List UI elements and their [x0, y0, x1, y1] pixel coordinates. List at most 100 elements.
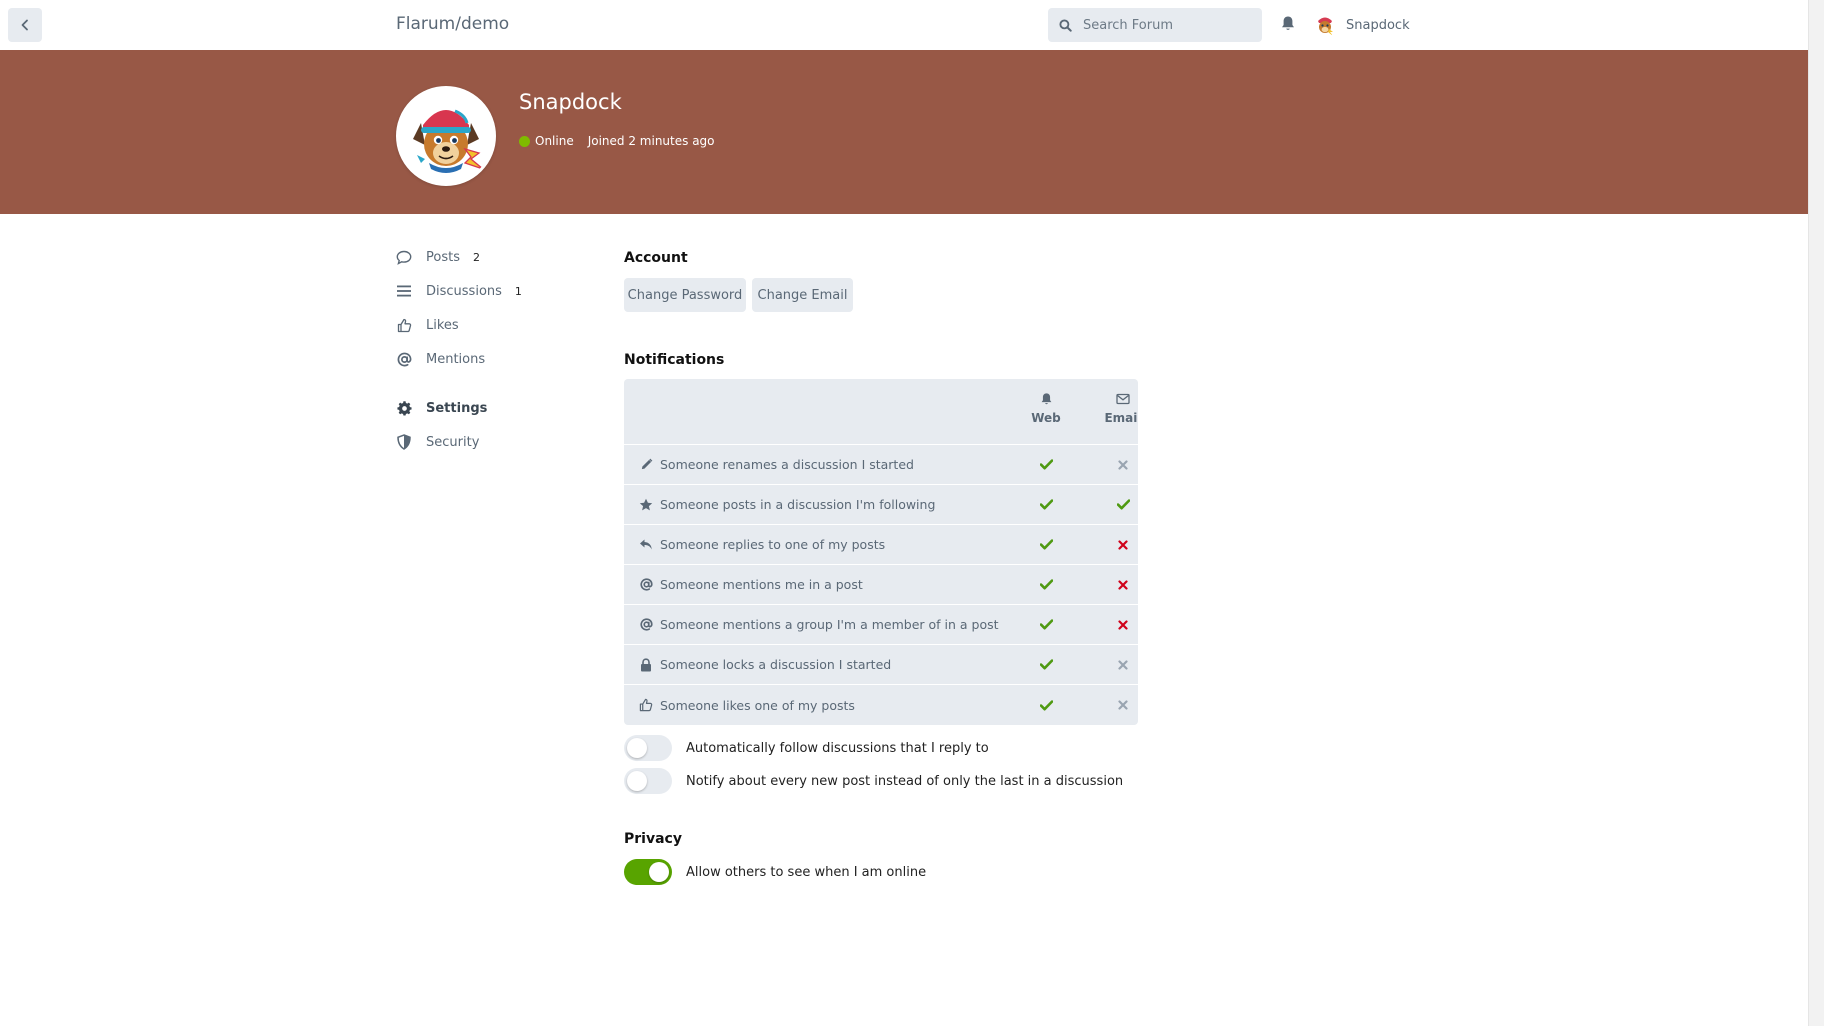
user-hero: Snapdock Online Joined 2 minutes ago [0, 50, 1808, 214]
toggle-switch[interactable] [624, 735, 672, 761]
joined-date: Joined 2 minutes ago [587, 134, 715, 148]
bell-icon [1016, 390, 1076, 407]
check-icon [1039, 459, 1053, 470]
user-meta: Online Joined 2 minutes ago [519, 134, 715, 148]
bell-icon [1282, 16, 1294, 30]
nav-label: Security [426, 434, 480, 450]
check-icon [1039, 579, 1053, 590]
notification-row: Someone posts in a discussion I'm follow… [624, 485, 1138, 525]
notification-rows: Someone renames a discussion I started So… [624, 445, 1138, 725]
toggle-label: Allow others to see when I am online [686, 864, 927, 880]
web-toggle-cell[interactable] [1016, 605, 1076, 645]
web-toggle-cell[interactable] [1016, 685, 1076, 725]
notify-every-post-toggle[interactable]: Notify about every new post instead of o… [624, 768, 1123, 794]
nav-item-discussions[interactable]: Discussions 1 [394, 274, 594, 308]
cross-icon [1118, 659, 1128, 670]
notification-row: Someone mentions a group I'm a member of… [624, 605, 1138, 645]
back-button[interactable] [8, 8, 42, 42]
notification-label: Someone mentions me in a post [660, 577, 863, 592]
notification-row: Someone replies to one of my posts [624, 525, 1138, 565]
column-label: Email [1104, 411, 1138, 425]
check-icon [1039, 539, 1053, 550]
change-email-button[interactable]: Change Email [752, 278, 853, 312]
thumbs-up-icon [638, 697, 654, 713]
nav-label: Likes [426, 317, 459, 333]
web-toggle-cell[interactable] [1016, 525, 1076, 565]
toggle-switch[interactable] [624, 859, 672, 885]
toggle-knob [649, 862, 669, 882]
envelope-icon [1093, 390, 1138, 407]
email-toggle-cell[interactable] [1093, 525, 1138, 565]
notifications-button[interactable] [1280, 15, 1300, 35]
lock-icon [638, 657, 654, 673]
cross-icon [1118, 459, 1128, 470]
check-icon [1116, 499, 1130, 510]
column-email[interactable]: Email [1093, 390, 1138, 425]
email-toggle-cell[interactable] [1093, 685, 1138, 725]
nav-label: Mentions [426, 351, 486, 367]
pencil-icon [638, 457, 654, 473]
email-toggle-cell[interactable] [1093, 445, 1138, 485]
notification-row: Someone locks a discussion I started [624, 645, 1138, 685]
search-box[interactable] [1048, 8, 1262, 42]
user-nav: Posts 2 Discussions 1 Likes Mentions Set… [394, 240, 594, 459]
star-icon [638, 497, 654, 513]
session-dropdown[interactable]: Snapdock [1313, 13, 1410, 37]
auto-follow-toggle[interactable]: Automatically follow discussions that I … [624, 735, 989, 761]
app-header: Flarum/demo Snapdock [0, 0, 1808, 50]
web-toggle-cell[interactable] [1016, 565, 1076, 605]
nav-label: Posts [426, 249, 460, 265]
at-icon [638, 577, 654, 593]
user-name: Snapdock [519, 90, 622, 114]
web-toggle-cell[interactable] [1016, 445, 1076, 485]
email-toggle-cell[interactable] [1093, 485, 1138, 525]
cross-icon [1118, 539, 1128, 550]
notification-label: Someone renames a discussion I started [660, 457, 914, 472]
notification-label: Someone locks a discussion I started [660, 657, 892, 672]
privacy-heading: Privacy [624, 831, 682, 847]
notifications-heading: Notifications [624, 352, 725, 368]
user-avatar-small [1313, 13, 1337, 37]
check-icon [1039, 659, 1053, 670]
email-toggle-cell[interactable] [1093, 605, 1138, 645]
change-password-button[interactable]: Change Password [624, 278, 746, 312]
notification-row: Someone likes one of my posts [624, 685, 1138, 725]
check-icon [1039, 699, 1053, 710]
search-input[interactable] [1083, 17, 1253, 33]
column-label: Web [1031, 411, 1061, 425]
email-toggle-cell[interactable] [1093, 565, 1138, 605]
nav-item-settings[interactable]: Settings [394, 391, 594, 425]
nav-item-security[interactable]: Security [394, 425, 594, 459]
check-icon [1039, 619, 1053, 630]
column-web[interactable]: Web [1016, 390, 1076, 425]
search-icon [1059, 18, 1074, 33]
online-indicator-icon [519, 135, 530, 147]
nav-label: Settings [426, 400, 488, 416]
online-status: Online [535, 134, 574, 148]
email-toggle-cell[interactable] [1093, 645, 1138, 685]
nav-count: 1 [514, 284, 522, 298]
notification-grid-header: Web Email [624, 379, 1138, 445]
nav-item-likes[interactable]: Likes [394, 308, 594, 342]
toggle-label: Notify about every new post instead of o… [686, 773, 1124, 789]
notification-label: Someone mentions a group I'm a member of… [660, 617, 999, 632]
page-scrollbar[interactable] [1808, 0, 1824, 1026]
cross-icon [1118, 700, 1128, 710]
toggle-label: Automatically follow discussions that I … [686, 740, 989, 756]
show-online-toggle[interactable]: Allow others to see when I am online [624, 859, 926, 885]
nav-item-posts[interactable]: Posts 2 [394, 240, 594, 274]
toggle-switch[interactable] [624, 768, 672, 794]
account-heading: Account [624, 250, 688, 266]
web-toggle-cell[interactable] [1016, 485, 1076, 525]
nav-label: Discussions [426, 283, 502, 299]
reply-icon [638, 537, 654, 553]
web-toggle-cell[interactable] [1016, 645, 1076, 685]
comment-icon [394, 247, 414, 267]
cross-icon [1118, 579, 1128, 590]
at-icon [394, 349, 414, 369]
nav-item-mentions[interactable]: Mentions [394, 342, 594, 376]
forum-title-link[interactable]: Flarum/demo [396, 14, 509, 34]
notification-label: Someone likes one of my posts [660, 697, 855, 713]
nav-count: 2 [472, 250, 480, 264]
gear-icon [394, 398, 414, 418]
